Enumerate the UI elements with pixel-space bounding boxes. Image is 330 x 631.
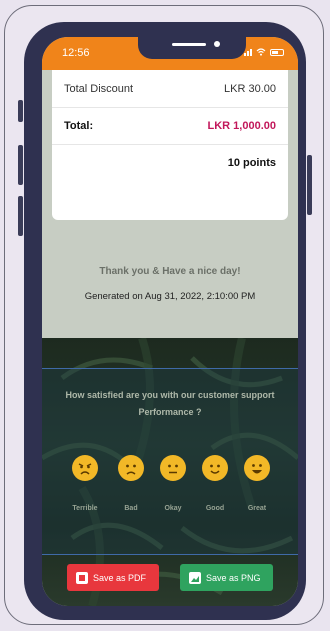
total-row: Total: LKR 1,000.00: [52, 107, 288, 144]
device-mute-switch: [18, 100, 23, 122]
notch: [138, 37, 246, 59]
image-file-icon: [189, 571, 201, 584]
sad-face-icon[interactable]: [118, 455, 144, 481]
status-bar: 12:56: [42, 37, 298, 70]
phone-screen: 12:56 Total Discount LKR 30.00 Total: LK…: [42, 37, 298, 606]
device-power-button: [307, 155, 312, 215]
device-volume-down-button: [18, 196, 23, 236]
save-png-label: Save as PNG: [206, 572, 261, 583]
status-time: 12:56: [62, 47, 90, 59]
rating-label-good: Good: [205, 505, 225, 512]
grinning-face-icon[interactable]: [244, 455, 270, 481]
save-pdf-button[interactable]: Save as PDF: [67, 564, 159, 591]
points-value: 10 points: [227, 157, 276, 169]
wifi-icon: [256, 48, 266, 56]
survey-question: How satisfied are you with our customer …: [65, 390, 275, 417]
speaker-icon: [172, 43, 206, 46]
receipt-area: Total Discount LKR 30.00 Total: LKR 1,00…: [42, 70, 298, 338]
generated-timestamp: Generated on Aug 31, 2022, 2:10:00 PM: [84, 291, 256, 302]
total-discount-label: Total Discount: [64, 82, 134, 95]
rating-label-great: Great: [247, 505, 267, 512]
receipt-summary-card: Total Discount LKR 30.00 Total: LKR 1,00…: [52, 70, 288, 220]
thank-you-message: Thank you & Have a nice day!: [99, 266, 241, 277]
rating-label-okay: Okay: [164, 505, 182, 512]
save-png-button[interactable]: Save as PNG: [180, 564, 273, 591]
rating-label-bad: Bad: [124, 505, 138, 512]
total-label: Total:: [64, 120, 94, 132]
device-volume-up-button: [18, 145, 23, 185]
total-discount-row: Total Discount LKR 30.00: [52, 70, 288, 107]
battery-icon: [270, 48, 284, 56]
save-pdf-label: Save as PDF: [93, 572, 147, 583]
total-discount-value: LKR 30.00: [224, 82, 276, 95]
smiling-face-icon[interactable]: [202, 455, 228, 481]
total-value: LKR 1,000.00: [207, 120, 276, 132]
rating-label-terrible: Terrible: [72, 505, 98, 512]
signal-icon: [244, 48, 252, 56]
angry-face-icon[interactable]: [72, 455, 98, 481]
pdf-file-icon: [76, 571, 88, 584]
camera-icon: [214, 41, 220, 47]
status-icons: [244, 48, 284, 56]
satisfaction-survey: How satisfied are you with our customer …: [42, 368, 298, 555]
points-row: 10 points: [52, 144, 288, 181]
neutral-face-icon[interactable]: [160, 455, 186, 481]
